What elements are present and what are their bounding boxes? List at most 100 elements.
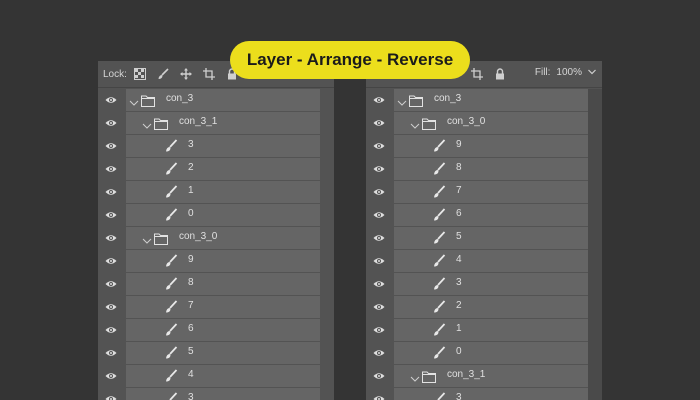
layer-row[interactable]: 0 (366, 342, 602, 364)
layer-row[interactable]: 8 (366, 158, 602, 180)
eye-icon[interactable] (98, 227, 123, 249)
row-divider (123, 227, 126, 249)
eye-icon[interactable] (366, 112, 391, 134)
eye-icon[interactable] (98, 273, 123, 295)
chevron-down-icon[interactable] (410, 118, 420, 129)
eye-icon[interactable] (98, 158, 123, 180)
layer-group-row[interactable]: con_3 (98, 89, 334, 111)
eye-icon[interactable] (98, 388, 123, 400)
layer-row[interactable]: 9 (366, 135, 602, 157)
lock-all-icon[interactable] (493, 67, 507, 81)
eye-icon[interactable] (366, 388, 391, 400)
layer-row[interactable]: 5 (366, 227, 602, 249)
eye-icon[interactable] (98, 181, 123, 203)
brush-icon (164, 185, 178, 199)
layer-row[interactable]: 5 (98, 342, 334, 364)
row-divider (391, 181, 394, 203)
row-divider (391, 135, 394, 157)
scrollbar[interactable] (320, 89, 334, 400)
layer-row[interactable]: 1 (366, 319, 602, 341)
layer-row[interactable]: 2 (98, 158, 334, 180)
folder-icon (422, 117, 436, 130)
lock-paint-icon[interactable] (156, 67, 170, 81)
folder-icon (154, 117, 168, 130)
eye-icon[interactable] (366, 158, 391, 180)
layer-name: 8 (456, 162, 462, 173)
row-divider (391, 319, 394, 341)
brush-icon (432, 277, 446, 291)
eye-icon[interactable] (366, 296, 391, 318)
row-divider (123, 181, 126, 203)
layer-row[interactable]: 7 (98, 296, 334, 318)
eye-icon[interactable] (98, 342, 123, 364)
lock-label: Lock: (103, 68, 127, 80)
layer-name: 4 (188, 369, 194, 380)
eye-icon[interactable] (366, 89, 391, 111)
eye-icon[interactable] (98, 89, 123, 111)
eye-icon[interactable] (98, 135, 123, 157)
fill-value[interactable]: 100% (556, 67, 582, 78)
scrollbar[interactable] (588, 89, 602, 400)
brush-icon (164, 254, 178, 268)
layer-row[interactable]: 4 (366, 250, 602, 272)
layer-row[interactable]: 2 (366, 296, 602, 318)
chevron-down-icon[interactable] (142, 118, 152, 129)
row-divider (391, 388, 394, 400)
layer-group-row[interactable]: con_3_0 (366, 112, 602, 134)
eye-icon[interactable] (98, 319, 123, 341)
layer-name: 6 (188, 323, 194, 334)
layer-row[interactable]: 6 (98, 319, 334, 341)
folder-icon (154, 232, 168, 245)
layer-row[interactable]: 1 (98, 181, 334, 203)
chevron-down-icon[interactable] (588, 67, 596, 78)
eye-icon[interactable] (366, 204, 391, 226)
eye-icon[interactable] (98, 250, 123, 272)
lock-transparent-icon[interactable] (133, 67, 147, 81)
layer-name: 9 (456, 139, 462, 150)
layer-row[interactable]: 3 (366, 388, 602, 400)
lock-move-icon[interactable] (179, 67, 193, 81)
layer-group-row[interactable]: con_3_1 (366, 365, 602, 387)
chevron-down-icon[interactable] (410, 371, 420, 382)
lock-artboard-icon[interactable] (470, 67, 484, 81)
layer-row[interactable]: 9 (98, 250, 334, 272)
layer-name: 5 (188, 346, 194, 357)
layer-group-row[interactable]: con_3_1 (98, 112, 334, 134)
layer-row[interactable]: 7 (366, 181, 602, 203)
eye-icon[interactable] (98, 204, 123, 226)
chevron-down-icon[interactable] (129, 95, 139, 106)
eye-icon[interactable] (366, 342, 391, 364)
layer-row[interactable]: 3 (98, 388, 334, 400)
folder-icon (141, 94, 155, 107)
eye-icon[interactable] (98, 112, 123, 134)
layer-row[interactable]: 0 (98, 204, 334, 226)
layer-name: con_3 (434, 93, 462, 104)
eye-icon[interactable] (366, 181, 391, 203)
eye-icon[interactable] (366, 250, 391, 272)
fill-control[interactable]: Fill: 100% (535, 67, 596, 78)
eye-icon[interactable] (366, 365, 391, 387)
layer-name: con_3 (166, 93, 194, 104)
eye-icon[interactable] (366, 227, 391, 249)
layer-name: 8 (188, 277, 194, 288)
eye-icon[interactable] (366, 273, 391, 295)
eye-icon[interactable] (98, 365, 123, 387)
lock-artboard-icon[interactable] (202, 67, 216, 81)
layer-row[interactable]: 3 (98, 135, 334, 157)
layer-row[interactable]: 6 (366, 204, 602, 226)
layer-row[interactable]: 8 (98, 273, 334, 295)
layer-name: 9 (188, 254, 194, 265)
eye-icon[interactable] (366, 135, 391, 157)
row-divider (391, 342, 394, 364)
layer-row[interactable]: 3 (366, 273, 602, 295)
brush-icon (164, 346, 178, 360)
layer-group-row[interactable]: con_3 (366, 89, 602, 111)
layer-row[interactable]: 4 (98, 365, 334, 387)
chevron-down-icon[interactable] (142, 233, 152, 244)
eye-icon[interactable] (366, 319, 391, 341)
layer-name: 0 (456, 346, 462, 357)
row-divider (391, 158, 394, 180)
eye-icon[interactable] (98, 296, 123, 318)
chevron-down-icon[interactable] (397, 95, 407, 106)
layer-group-row[interactable]: con_3_0 (98, 227, 334, 249)
